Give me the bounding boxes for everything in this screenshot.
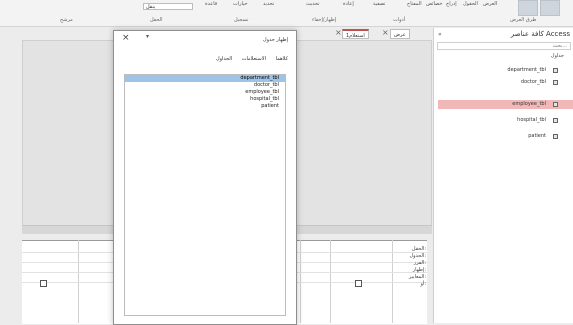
ribbon-group: إظهار/إخفاء: [312, 17, 337, 23]
ribbon-item[interactable]: إدراج: [446, 1, 457, 7]
ribbon-item[interactable]: المفتاح: [407, 1, 422, 7]
ribbon-item[interactable]: تحديث: [306, 1, 320, 7]
list-item[interactable]: hospital_tbl: [125, 96, 285, 103]
dialog-tabs: كلاهما الاستعلامات الجداول: [208, 56, 288, 62]
ribbon-item[interactable]: الحقول: [463, 1, 478, 7]
show-table-dialog[interactable]: × ▾ إظهار جدول كلاهما الاستعلامات الجداو…: [113, 30, 297, 325]
show-checkbox[interactable]: [40, 280, 47, 287]
tab-view[interactable]: عرض: [390, 29, 410, 39]
row-label-sort: الفرز:: [413, 260, 426, 266]
table-list[interactable]: department_tbl doctor_tbl employee_tbl h…: [124, 74, 286, 316]
ribbon-group: الحقل: [150, 17, 163, 23]
ribbon-item[interactable]: تحديد: [263, 1, 274, 7]
row-label-show: إظهار:: [412, 267, 426, 273]
tab-both[interactable]: كلاهما: [276, 56, 288, 62]
search-input[interactable]: بحث...: [437, 42, 571, 50]
nav-item[interactable]: patient: [438, 132, 573, 141]
row-label-table: الجدول:: [409, 253, 427, 259]
ribbon-item[interactable]: تصفية: [373, 1, 385, 7]
row-label-criteria: المعايير:: [408, 274, 426, 280]
tab-query1[interactable]: استعلام1: [342, 29, 369, 39]
tab-queries[interactable]: الاستعلامات: [242, 56, 266, 62]
ribbon-item[interactable]: إعادة: [343, 1, 354, 7]
table-icon: [553, 118, 558, 123]
run-icon[interactable]: [518, 0, 538, 16]
ribbon-item[interactable]: خصائص: [426, 1, 442, 7]
row-label-field: الحقل:: [411, 246, 426, 252]
tab-tables[interactable]: الجداول: [216, 56, 232, 62]
close-icon[interactable]: ×: [382, 28, 389, 37]
ribbon-item[interactable]: قاعدة: [205, 1, 217, 7]
ribbon-group: مرشح: [60, 17, 73, 23]
close-icon[interactable]: ×: [335, 28, 342, 37]
return-combo[interactable]: ينقل: [143, 3, 193, 10]
nav-item[interactable]: employee_tbl: [438, 100, 573, 109]
collapse-icon[interactable]: «: [438, 31, 442, 38]
nav-section-tables[interactable]: جداول: [551, 53, 564, 59]
ribbon: العرض الحقول إدراج خصائص المفتاح تصفية إ…: [0, 0, 573, 27]
list-item[interactable]: department_tbl: [125, 75, 285, 82]
grid-row-labels: الحقل: الجدول: الفرز: إظهار: المعايير: أ…: [394, 246, 426, 288]
list-item[interactable]: patient: [125, 103, 285, 110]
document-tabs: عرض × استعلام1 ×: [280, 28, 425, 39]
nav-item[interactable]: doctor_tbl: [438, 78, 573, 87]
dialog-title: إظهار جدول: [263, 37, 288, 43]
table-icon: [553, 102, 558, 107]
list-item[interactable]: doctor_tbl: [125, 82, 285, 89]
view-icon[interactable]: [540, 0, 560, 16]
ribbon-group: تسجيل: [234, 17, 249, 23]
ribbon-group: أدوات: [393, 17, 406, 23]
nav-title[interactable]: كافة عناصر Access: [511, 30, 570, 38]
navigation-pane: « كافة عناصر Access بحث... جداول departm…: [433, 28, 573, 323]
ribbon-group: طرق العرض: [510, 17, 537, 23]
row-label-or: أو:: [420, 281, 427, 287]
close-icon[interactable]: ×: [122, 33, 130, 43]
list-item[interactable]: employee_tbl: [125, 89, 285, 96]
ribbon-item[interactable]: العرض: [483, 1, 497, 7]
show-checkbox[interactable]: [355, 280, 362, 287]
table-icon: [553, 68, 558, 73]
table-icon: [553, 134, 558, 139]
nav-item[interactable]: department_tbl: [438, 66, 573, 75]
nav-item[interactable]: hospital_tbl: [438, 116, 573, 125]
table-icon: [553, 80, 558, 85]
dropdown-icon[interactable]: ▾: [146, 33, 149, 40]
ribbon-item[interactable]: خيارات: [233, 1, 248, 7]
